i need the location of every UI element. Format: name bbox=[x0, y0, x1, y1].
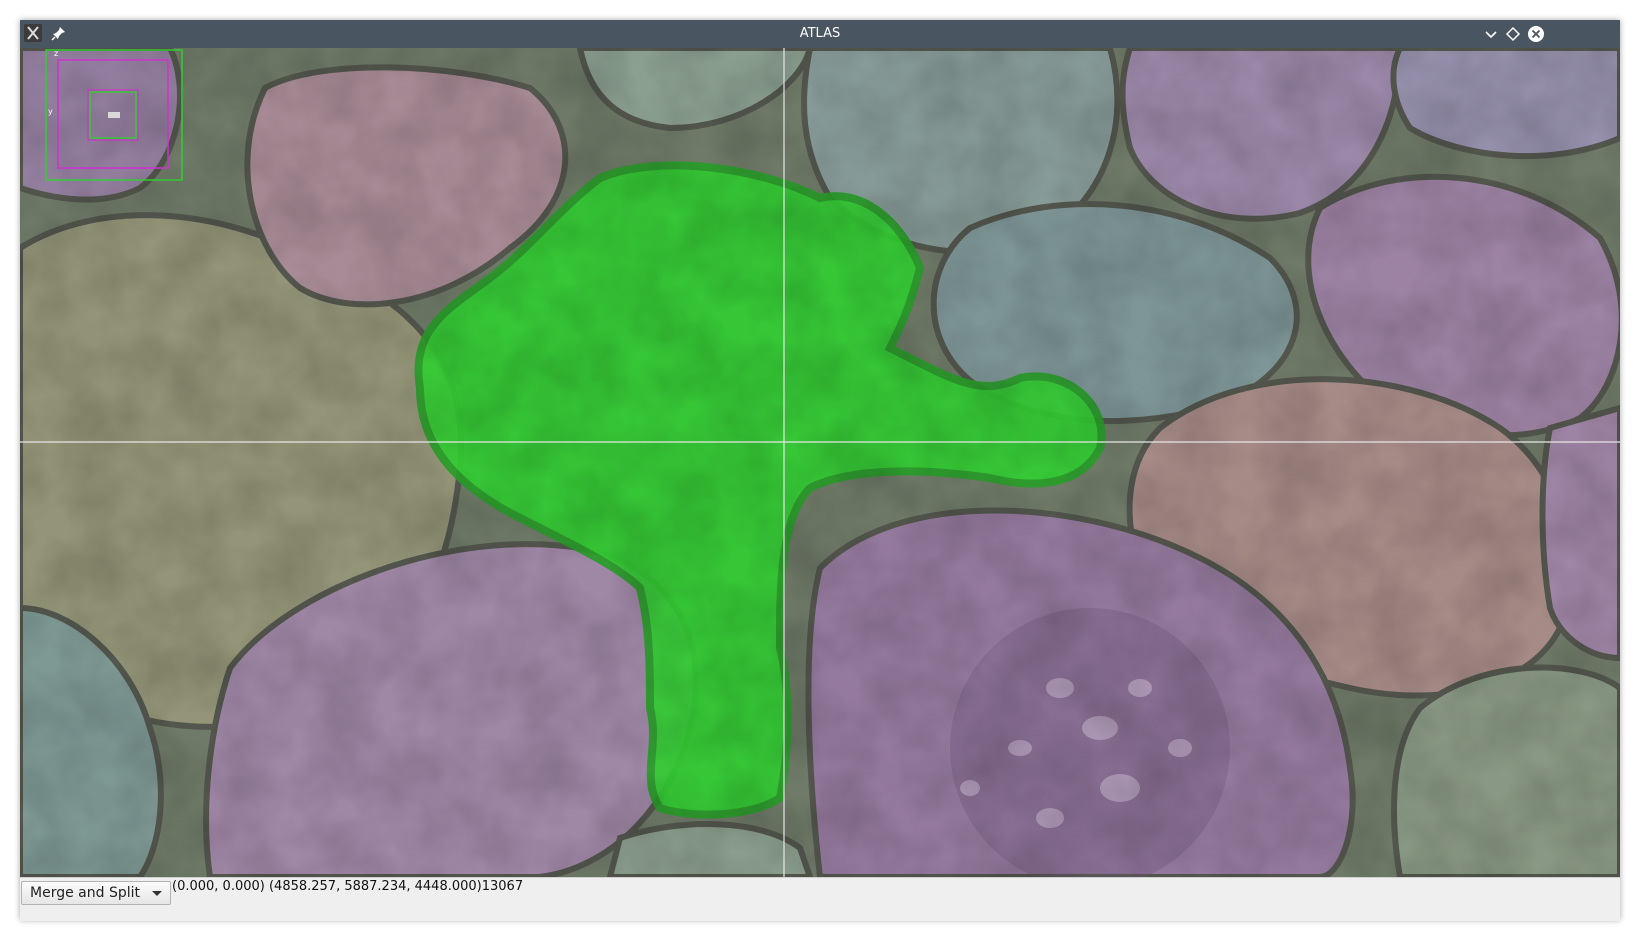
chevron-down-icon bbox=[152, 891, 162, 896]
overview-axis-y: y bbox=[48, 107, 53, 116]
window-title: ATLAS bbox=[799, 26, 841, 41]
app-window: ATLAS y z Merge and Split (0.000, 0.000)… bbox=[20, 20, 1620, 921]
maximize-icon[interactable] bbox=[1504, 25, 1522, 43]
status-bar: Merge and Split (0.000, 0.000) (4858.257… bbox=[20, 877, 1620, 921]
mode-select-value: Merge and Split bbox=[30, 885, 140, 901]
title-bar[interactable]: ATLAS bbox=[20, 20, 1620, 49]
mode-select[interactable]: Merge and Split bbox=[21, 881, 171, 905]
minimize-icon[interactable] bbox=[1482, 25, 1500, 43]
coordinate-readout: (0.000, 0.000) (4858.257, 5887.234, 4448… bbox=[172, 879, 524, 894]
segmentation-viewer[interactable]: y z bbox=[20, 48, 1620, 877]
close-icon[interactable] bbox=[1527, 25, 1545, 43]
overview-axis-z: z bbox=[54, 49, 58, 58]
